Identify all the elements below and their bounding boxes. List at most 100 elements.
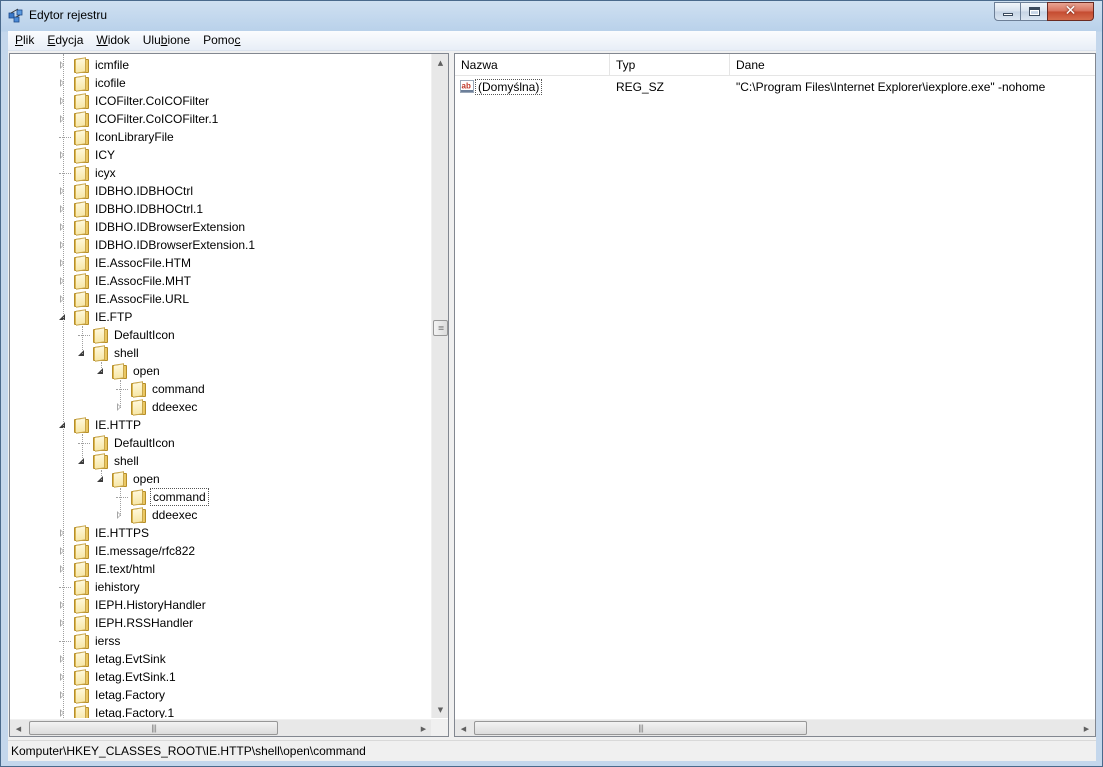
tree-node[interactable]: shell: [77, 344, 141, 362]
tree-connector-line: [116, 389, 128, 390]
tree-node-label: shell: [114, 346, 139, 360]
tree-horizontal-scrollbar[interactable]: ◀ ||| ▶: [10, 719, 432, 736]
folder-icon: [73, 652, 89, 667]
tree-node[interactable]: open: [96, 362, 162, 380]
tree-node[interactable]: IE.HTTPS: [58, 524, 151, 542]
tree-node-label: IEPH.HistoryHandler: [95, 598, 206, 612]
menu-item-pomoc[interactable]: Pomoc: [196, 31, 246, 51]
folder-icon: [111, 364, 127, 379]
tree-node[interactable]: IE.AssocFile.HTM: [58, 254, 193, 272]
tree-node-label: command: [152, 382, 205, 396]
tree-node-label: IDBHO.IDBrowserExtension: [95, 220, 246, 234]
folder-icon: [73, 58, 89, 73]
value-name[interactable]: (Domyślna): [475, 77, 543, 97]
tree-node[interactable]: ICY: [58, 146, 117, 164]
maximize-button[interactable]: [1020, 2, 1048, 21]
list-scroll-left-arrow-icon[interactable]: ◀: [455, 720, 472, 736]
scroll-up-arrow-icon[interactable]: ▲: [432, 54, 448, 71]
menu-item-edycja[interactable]: Edycja: [40, 31, 89, 51]
key-tree-pane[interactable]: icmfile icofile ICOFilter.CoICOFilter ICOFi…: [9, 53, 449, 737]
scroll-right-arrow-icon[interactable]: ▶: [415, 720, 432, 736]
folder-icon: [73, 112, 89, 127]
current-key-path: Komputer\HKEY_CLASSES_ROOT\IE.HTTP\shell…: [11, 744, 366, 758]
folder-icon: [73, 130, 89, 145]
menu-item-plik[interactable]: Plik: [8, 31, 40, 51]
tree-node-label: IE.AssocFile.HTM: [95, 256, 192, 270]
tree-node[interactable]: icofile: [58, 74, 128, 92]
tree-node[interactable]: IE.message/rfc822: [58, 542, 197, 560]
menu-item-widok[interactable]: Widok: [89, 31, 135, 51]
value-row[interactable]: ab (Domyślna) REG_SZ "C:\Program Files\I…: [455, 77, 1095, 97]
menu-item-ulubione[interactable]: Ulubione: [136, 31, 196, 51]
tree-node-label: ICOFilter.CoICOFilter: [95, 94, 210, 108]
client-area: icmfile icofile ICOFilter.CoICOFilter ICOFi…: [8, 51, 1096, 740]
list-horizontal-scroll-thumb[interactable]: |||: [474, 721, 807, 735]
tree-node[interactable]: open: [96, 470, 162, 488]
tree-node[interactable]: IE.FTP: [58, 308, 134, 326]
column-header-type[interactable]: Typ: [610, 54, 730, 76]
tree-node[interactable]: Ietag.Factory.1: [58, 704, 176, 718]
regedit-app-icon: [8, 8, 23, 23]
tree-node[interactable]: IDBHO.IDBHOCtrl: [58, 182, 195, 200]
tree-node[interactable]: IDBHO.IDBrowserExtension: [58, 218, 247, 236]
tree-node-label: ddeexec: [152, 400, 198, 414]
tree-node[interactable]: command: [115, 380, 207, 398]
tree-node[interactable]: Ietag.EvtSink.1: [58, 668, 178, 686]
tree-node[interactable]: ddeexec: [115, 398, 199, 416]
scroll-left-arrow-icon[interactable]: ◀: [10, 720, 27, 736]
tree-node[interactable]: IconLibraryFile: [58, 128, 176, 146]
title-bar[interactable]: Edytor rejestru ✕: [1, 1, 1102, 31]
folder-icon: [73, 148, 89, 163]
tree-node[interactable]: DefaultIcon: [77, 434, 177, 452]
key-tree[interactable]: icmfile icofile ICOFilter.CoICOFilter ICOFi…: [10, 54, 434, 718]
folder-icon: [73, 238, 89, 253]
tree-node[interactable]: icmfile: [58, 56, 131, 74]
tree-node[interactable]: IE.text/html: [58, 560, 157, 578]
tree-node[interactable]: Ietag.Factory: [58, 686, 167, 704]
scroll-down-arrow-icon[interactable]: ▼: [432, 701, 448, 718]
folder-icon: [73, 220, 89, 235]
close-button[interactable]: ✕: [1047, 2, 1094, 21]
column-header-data[interactable]: Dane: [730, 54, 1095, 76]
tree-horizontal-scroll-thumb[interactable]: |||: [29, 721, 278, 735]
folder-icon: [92, 436, 108, 451]
tree-node[interactable]: ddeexec: [115, 506, 199, 524]
minimize-button[interactable]: [994, 2, 1021, 21]
tree-node-label: DefaultIcon: [114, 436, 175, 450]
tree-node[interactable]: IDBHO.IDBrowserExtension.1: [58, 236, 257, 254]
list-scroll-right-arrow-icon[interactable]: ▶: [1078, 720, 1095, 736]
tree-node-label: iehistory: [95, 580, 140, 594]
tree-guide-line: [63, 54, 64, 718]
tree-guide-line: [120, 380, 121, 408]
tree-node[interactable]: ICOFilter.CoICOFilter: [58, 92, 211, 110]
tree-node[interactable]: DefaultIcon: [77, 326, 177, 344]
tree-node[interactable]: IE.AssocFile.URL: [58, 290, 191, 308]
tree-node[interactable]: IE.AssocFile.MHT: [58, 272, 193, 290]
values-list-pane[interactable]: Nazwa Typ Dane ab (Domyślna) REG_SZ "C:\…: [454, 53, 1096, 737]
tree-node-label: icmfile: [95, 58, 130, 72]
tree-node[interactable]: IEPH.RSSHandler: [58, 614, 195, 632]
tree-connector-line: [59, 641, 71, 642]
tree-node-label: IDBHO.IDBrowserExtension.1: [95, 238, 256, 252]
tree-node[interactable]: IEPH.HistoryHandler: [58, 596, 208, 614]
window-controls: ✕: [994, 2, 1094, 21]
tree-guide-line: [82, 434, 83, 462]
folder-icon: [73, 274, 89, 289]
folder-icon: [73, 634, 89, 649]
tree-node[interactable]: Ietag.EvtSink: [58, 650, 168, 668]
tree-node[interactable]: shell: [77, 452, 141, 470]
column-header-name[interactable]: Nazwa: [455, 54, 610, 76]
folder-icon: [73, 562, 89, 577]
list-horizontal-scrollbar[interactable]: ◀ ||| ▶: [455, 719, 1095, 736]
tree-vertical-scroll-thumb[interactable]: ≡: [433, 320, 448, 336]
tree-node[interactable]: IDBHO.IDBHOCtrl.1: [58, 200, 205, 218]
folder-icon: [73, 310, 89, 325]
folder-icon: [130, 490, 146, 505]
tree-vertical-scrollbar[interactable]: ▲ ≡ ▼: [431, 54, 448, 718]
folder-icon: [73, 184, 89, 199]
tree-node[interactable]: command: [115, 488, 209, 506]
folder-icon: [73, 256, 89, 271]
tree-node[interactable]: IE.HTTP: [58, 416, 143, 434]
tree-node[interactable]: ICOFilter.CoICOFilter.1: [58, 110, 220, 128]
folder-icon: [73, 598, 89, 613]
